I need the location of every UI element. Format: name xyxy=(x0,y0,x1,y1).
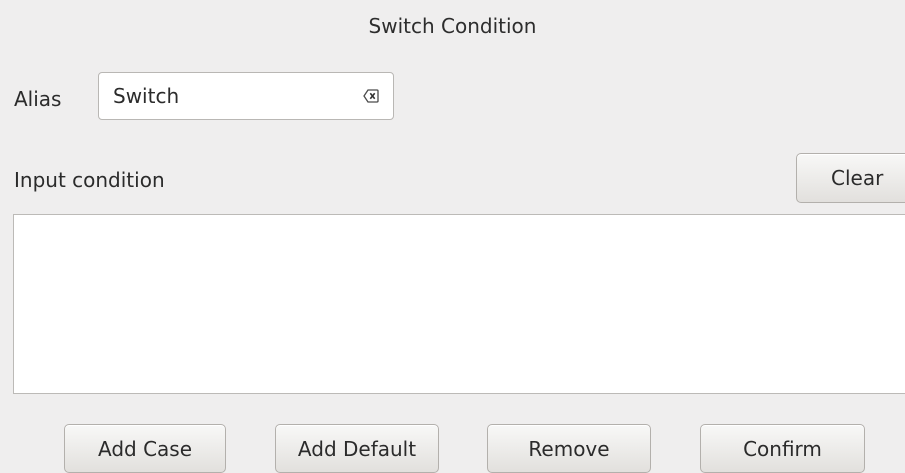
alias-label: Alias xyxy=(14,87,62,111)
remove-button[interactable]: Remove xyxy=(487,424,651,473)
alias-field[interactable] xyxy=(98,72,394,120)
input-condition-label: Input condition xyxy=(14,168,165,192)
alias-input[interactable] xyxy=(113,82,353,110)
backspace-clear-icon[interactable] xyxy=(363,89,379,103)
add-default-button[interactable]: Add Default xyxy=(275,424,439,473)
dialog-title: Switch Condition xyxy=(368,14,537,38)
input-condition-textarea[interactable] xyxy=(13,214,905,394)
add-case-button[interactable]: Add Case xyxy=(64,424,226,473)
switch-condition-dialog: Switch Condition Alias Input condition C… xyxy=(0,0,905,473)
clear-button[interactable]: Clear xyxy=(796,153,905,203)
confirm-button[interactable]: Confirm xyxy=(700,424,865,473)
